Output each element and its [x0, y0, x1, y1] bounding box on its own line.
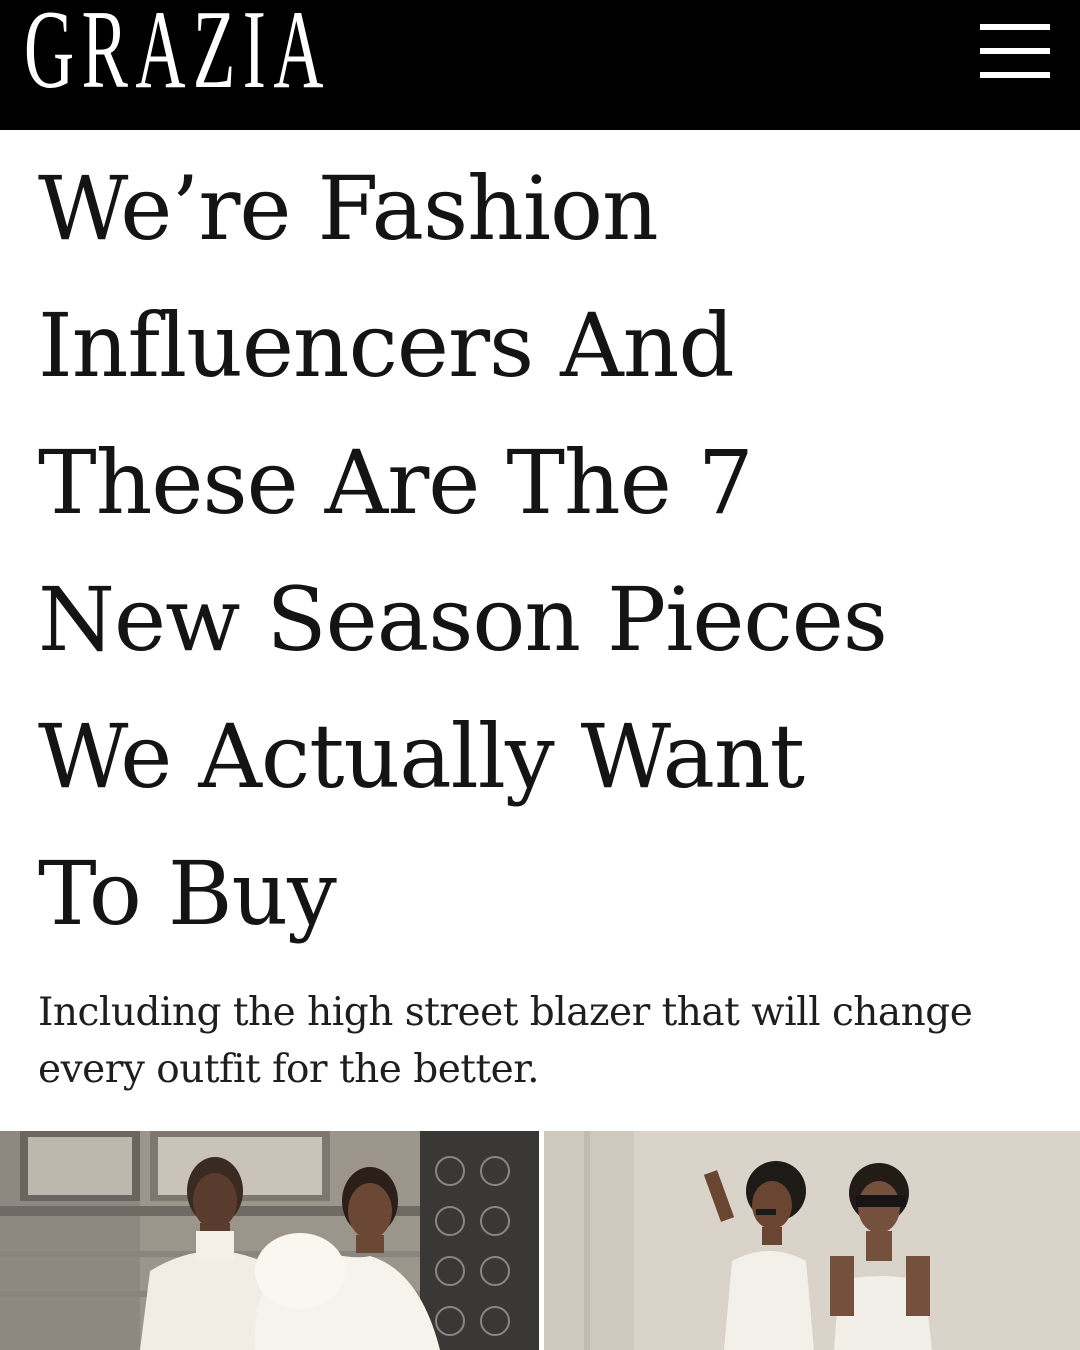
article-image-left[interactable] — [0, 1131, 539, 1350]
headline-line: New Season Pieces — [38, 568, 888, 671]
standfirst-line: every outfit for the better. — [38, 1047, 539, 1092]
headline-line: We’re Fashion — [38, 157, 659, 260]
headline-line: Influencers And — [38, 294, 735, 397]
photo-left-illustration — [0, 1131, 539, 1350]
menu-button[interactable] — [970, 18, 1060, 88]
photo-right-illustration — [544, 1131, 1080, 1350]
article-headline: We’re Fashion Influencers And These Are … — [38, 140, 1048, 962]
headline-line: To Buy — [38, 842, 337, 945]
headline-line: These Are The 7 — [38, 431, 754, 534]
site-header: GRAZIA — [0, 0, 1080, 130]
article-standfirst: Including the high street blazer that wi… — [38, 984, 1048, 1098]
grazia-logo[interactable]: GRAZIA — [24, 0, 331, 106]
headline-line: We Actually Want — [38, 705, 805, 808]
standfirst-line: Including the high street blazer that wi… — [38, 990, 973, 1035]
article-image-right[interactable] — [544, 1131, 1080, 1350]
